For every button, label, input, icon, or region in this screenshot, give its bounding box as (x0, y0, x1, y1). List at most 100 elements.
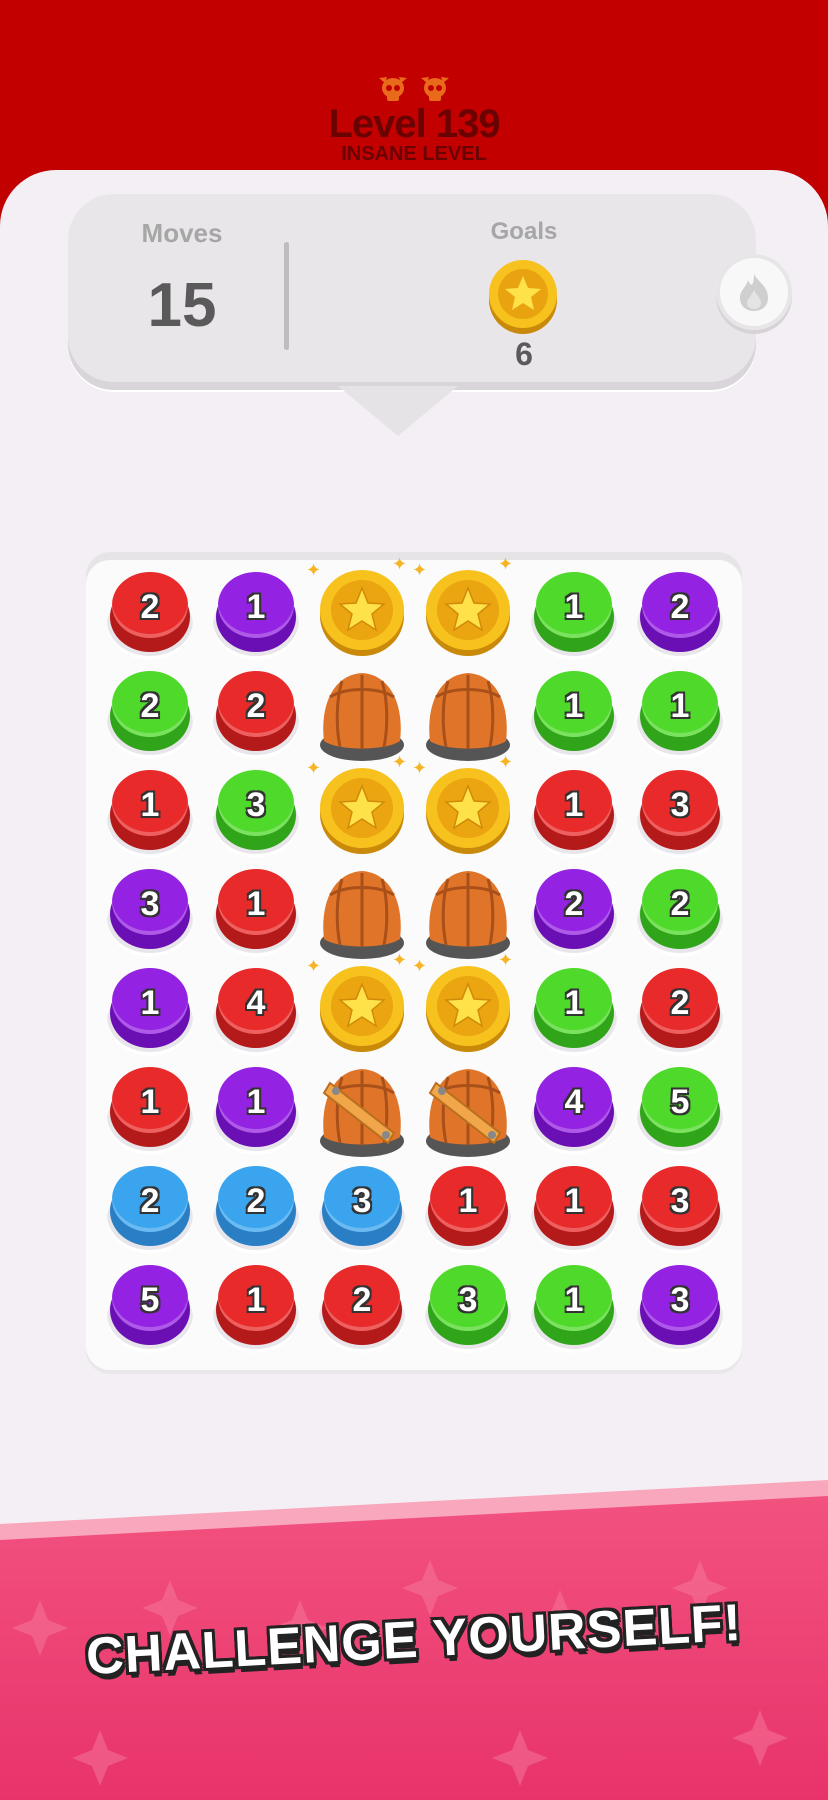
board-button[interactable]: 2 (100, 566, 204, 664)
sparkle-icon: ✦ (498, 752, 514, 772)
number-button[interactable]: 1 (534, 770, 614, 850)
number-button[interactable]: 3 (640, 1166, 720, 1246)
number-button[interactable]: 2 (216, 1166, 296, 1246)
board-button[interactable]: 1 (524, 566, 628, 664)
board-button[interactable]: 1 (524, 764, 628, 862)
board-button[interactable]: 5 (100, 1259, 204, 1357)
board-button[interactable]: 2 (100, 665, 204, 763)
number-button[interactable]: 1 (534, 968, 614, 1048)
board-button[interactable]: 2 (630, 962, 734, 1060)
barrel-tile[interactable] (312, 665, 416, 763)
number-button[interactable]: 3 (640, 1265, 720, 1345)
number-button[interactable]: 1 (110, 968, 190, 1048)
button-number: 2 (246, 1182, 266, 1220)
number-button[interactable]: 2 (322, 1265, 402, 1345)
number-button[interactable]: 1 (216, 869, 296, 949)
number-button[interactable]: 4 (216, 968, 296, 1048)
board-button[interactable]: 2 (206, 665, 310, 763)
number-button[interactable]: 2 (640, 869, 720, 949)
board-button[interactable]: 3 (312, 1160, 416, 1258)
moves-label: Moves (141, 218, 223, 248)
board-button[interactable]: 3 (418, 1259, 522, 1357)
goal-count: 6 (515, 336, 533, 372)
board-button[interactable]: 3 (206, 764, 310, 862)
board-button[interactable]: 1 (100, 1061, 204, 1159)
star-coin-tile[interactable]: ✦ ✦ (306, 554, 416, 664)
number-button[interactable]: 3 (640, 770, 720, 850)
barrel-tile[interactable] (418, 863, 522, 961)
number-button[interactable]: 3 (322, 1166, 402, 1246)
number-button[interactable]: 1 (110, 1067, 190, 1147)
star-coin-tile[interactable]: ✦ ✦ (412, 554, 522, 664)
board-button[interactable]: 1 (418, 1160, 522, 1258)
board-button[interactable]: 5 (630, 1061, 734, 1159)
number-button[interactable]: 1 (534, 1265, 614, 1345)
number-button[interactable]: 1 (216, 572, 296, 652)
star-coin-tile[interactable]: ✦ ✦ (306, 752, 416, 862)
board-button[interactable]: 3 (630, 1259, 734, 1357)
number-button[interactable]: 2 (640, 968, 720, 1048)
board-button[interactable]: 2 (206, 1160, 310, 1258)
board-button[interactable]: 4 (206, 962, 310, 1060)
number-button[interactable]: 1 (534, 572, 614, 652)
number-button[interactable]: 2 (110, 671, 190, 751)
difficulty-icons (0, 74, 828, 104)
button-number: 1 (246, 588, 266, 626)
board-button[interactable]: 2 (630, 863, 734, 961)
number-button[interactable]: 1 (216, 1265, 296, 1345)
number-button[interactable]: 3 (216, 770, 296, 850)
number-button[interactable]: 2 (216, 671, 296, 751)
number-button[interactable]: 1 (216, 1067, 296, 1147)
number-button[interactable]: 2 (110, 572, 190, 652)
number-button[interactable]: 2 (534, 869, 614, 949)
board-button[interactable]: 1 (206, 863, 310, 961)
number-button[interactable]: 2 (640, 572, 720, 652)
board-button[interactable]: 1 (524, 665, 628, 763)
board-button[interactable]: 2 (312, 1259, 416, 1357)
board-button[interactable]: 1 (206, 1259, 310, 1357)
sparkle-icon: ✦ (392, 752, 408, 772)
number-button[interactable]: 1 (534, 671, 614, 751)
sparkle-icon: ✦ (306, 956, 322, 976)
star-coin-tile[interactable]: ✦ ✦ (412, 950, 522, 1060)
number-button[interactable]: 5 (640, 1067, 720, 1147)
hud-pointer (338, 386, 458, 436)
board-button[interactable]: 3 (630, 1160, 734, 1258)
barrel-tile[interactable] (418, 1061, 522, 1159)
barrel-tile[interactable] (418, 665, 522, 763)
number-button[interactable]: 1 (534, 1166, 614, 1246)
star-coin-tile[interactable]: ✦ ✦ (412, 752, 522, 862)
number-button[interactable]: 3 (110, 869, 190, 949)
board-button[interactable]: 1 (206, 1061, 310, 1159)
barrel-tile[interactable] (312, 863, 416, 961)
number-button[interactable]: 2 (110, 1166, 190, 1246)
number-button[interactable]: 3 (428, 1265, 508, 1345)
number-button[interactable]: 1 (640, 671, 720, 751)
number-button[interactable]: 5 (110, 1265, 190, 1345)
star-coin-icon (426, 570, 510, 656)
barrel-icon (426, 1069, 510, 1157)
board-button[interactable]: 3 (630, 764, 734, 862)
board-button[interactable]: 1 (206, 566, 310, 664)
board-button[interactable]: 4 (524, 1061, 628, 1159)
star-coin-tile[interactable]: ✦ ✦ (306, 950, 416, 1060)
star-coin-icon (320, 768, 404, 854)
board-button[interactable]: 1 (100, 764, 204, 862)
board-button[interactable]: 2 (630, 566, 734, 664)
number-button[interactable]: 4 (534, 1067, 614, 1147)
board-button[interactable]: 1 (524, 1259, 628, 1357)
booster-button[interactable] (716, 254, 792, 330)
board-button[interactable]: 1 (630, 665, 734, 763)
board-button[interactable]: 1 (100, 962, 204, 1060)
board-button[interactable]: 1 (524, 1160, 628, 1258)
board-button[interactable]: 2 (524, 863, 628, 961)
button-number: 2 (246, 687, 266, 725)
board-button[interactable]: 1 (524, 962, 628, 1060)
number-button[interactable]: 1 (428, 1166, 508, 1246)
board-button[interactable]: 2 (100, 1160, 204, 1258)
button-number: 1 (670, 687, 690, 725)
barrel-tile[interactable] (312, 1061, 416, 1159)
board-button[interactable]: 3 (100, 863, 204, 961)
sparkle-icon: ✦ (306, 758, 322, 778)
number-button[interactable]: 1 (110, 770, 190, 850)
